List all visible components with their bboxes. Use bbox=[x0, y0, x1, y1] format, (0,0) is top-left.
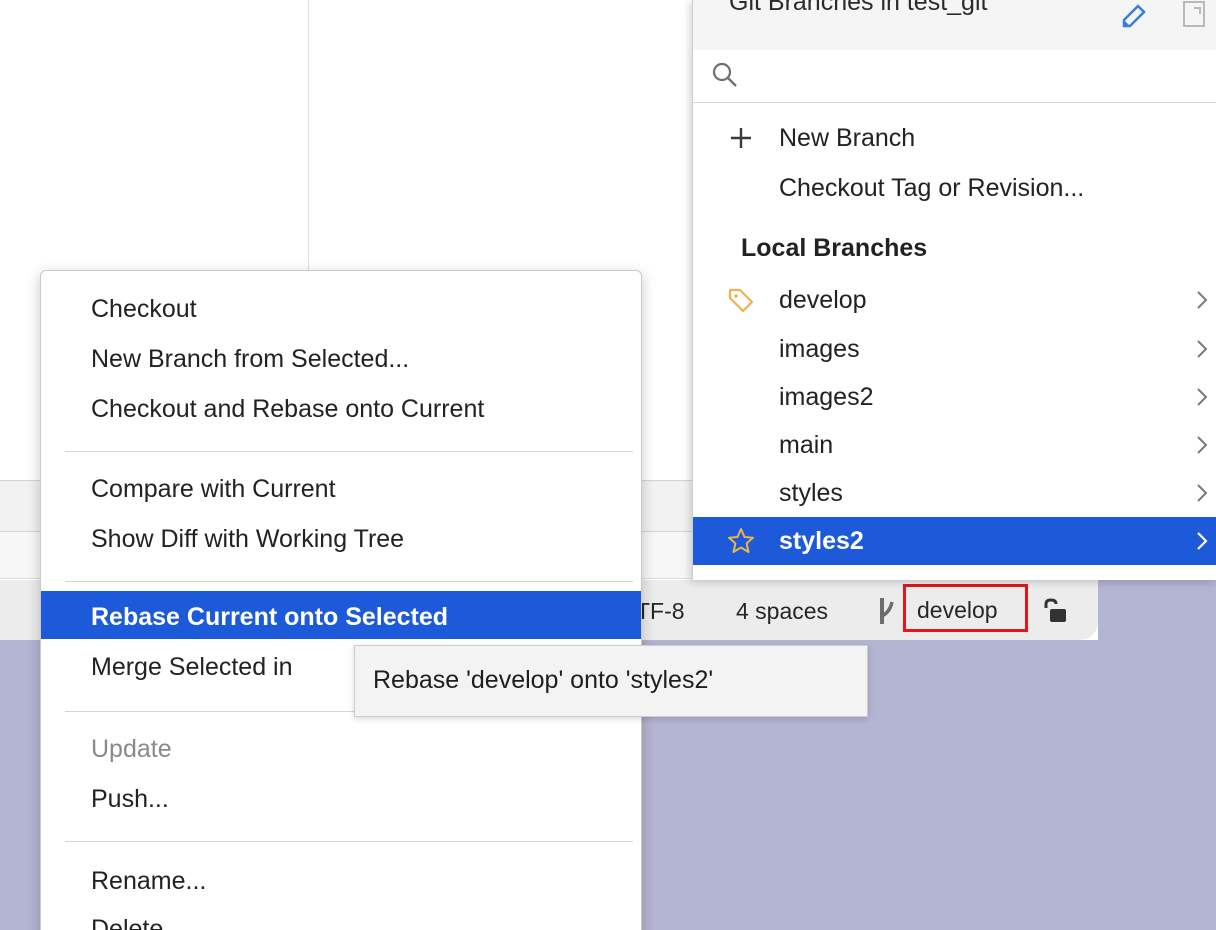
menu-item-label: New Branch from Selected... bbox=[91, 345, 410, 373]
menu-item-new-branch-from-selected[interactable]: New Branch from Selected... bbox=[41, 333, 641, 381]
tag-icon bbox=[728, 288, 754, 313]
branch-label: styles2 bbox=[779, 527, 864, 555]
chevron-right-icon bbox=[1197, 436, 1208, 454]
menu-item-label: Push... bbox=[91, 785, 169, 813]
branch-item-styles[interactable]: styles bbox=[693, 469, 1216, 517]
menu-item-update: Update bbox=[41, 723, 641, 771]
menu-item-compare-with-current[interactable]: Compare with Current bbox=[41, 463, 641, 511]
menu-item-checkout-and-rebase[interactable]: Checkout and Rebase onto Current bbox=[41, 383, 641, 431]
menu-item-show-diff[interactable]: Show Diff with Working Tree bbox=[41, 513, 641, 561]
menu-item-label: Show Diff with Working Tree bbox=[91, 525, 405, 553]
expand-icon[interactable] bbox=[1181, 0, 1207, 30]
menu-item-label: Checkout bbox=[91, 295, 197, 323]
rebase-tooltip: Rebase 'develop' onto 'styles2' bbox=[354, 645, 868, 717]
unlock-icon[interactable] bbox=[1042, 598, 1068, 624]
menu-item-label: Rename... bbox=[91, 867, 207, 895]
popup-header: Git Branches in test_git bbox=[693, 0, 1216, 51]
branch-search-input[interactable] bbox=[751, 60, 1195, 92]
checkout-tag-action[interactable]: Checkout Tag or Revision... bbox=[693, 164, 1216, 212]
branch-item-develop[interactable]: develop bbox=[693, 276, 1216, 324]
branch-item-main[interactable]: main bbox=[693, 421, 1216, 469]
menu-item-rename[interactable]: Rename... bbox=[41, 855, 641, 903]
chevron-right-icon bbox=[1197, 340, 1208, 358]
menu-item-push[interactable]: Push... bbox=[41, 773, 641, 821]
branch-label: develop bbox=[779, 286, 867, 314]
menu-item-label: Checkout and Rebase onto Current bbox=[91, 395, 485, 423]
git-branches-popup: Git Branches in test_git New Branch Chec… bbox=[692, 0, 1216, 580]
new-branch-label: New Branch bbox=[779, 124, 916, 152]
popup-title: Git Branches in test_git bbox=[729, 0, 988, 16]
branch-label: images2 bbox=[779, 383, 874, 411]
menu-item-rebase-current-onto-selected[interactable]: Rebase Current onto Selected bbox=[41, 591, 641, 639]
menu-separator bbox=[65, 841, 633, 842]
screen: TF-8 4 spaces develop Git Branches in te… bbox=[0, 0, 1216, 930]
tooltip-text: Rebase 'develop' onto 'styles2' bbox=[373, 666, 714, 694]
menu-item-label: Update bbox=[91, 735, 172, 763]
status-encoding[interactable]: TF-8 bbox=[636, 598, 685, 625]
star-icon bbox=[728, 528, 754, 553]
search-icon bbox=[712, 62, 737, 87]
chevron-right-icon bbox=[1197, 388, 1208, 406]
desktop-background-right bbox=[1098, 560, 1216, 930]
menu-item-delete[interactable]: Delete bbox=[41, 903, 641, 930]
branch-label: images bbox=[779, 335, 860, 363]
plus-icon bbox=[731, 128, 751, 148]
menu-item-label: Delete bbox=[91, 915, 164, 930]
status-indent[interactable]: 4 spaces bbox=[736, 598, 828, 625]
menu-separator bbox=[65, 451, 633, 452]
status-branch-widget[interactable]: develop bbox=[917, 597, 998, 624]
menu-item-label: Merge Selected in bbox=[91, 653, 293, 681]
branch-item-styles2[interactable]: styles2 bbox=[693, 517, 1216, 565]
branch-label: main bbox=[779, 431, 834, 459]
local-branches-heading: Local Branches bbox=[741, 234, 928, 262]
new-branch-action[interactable]: New Branch bbox=[693, 114, 1216, 162]
checkout-tag-label: Checkout Tag or Revision... bbox=[779, 174, 1085, 202]
edit-icon[interactable] bbox=[1121, 2, 1149, 28]
menu-item-label: Rebase Current onto Selected bbox=[91, 603, 449, 631]
branch-search-bar bbox=[693, 50, 1216, 103]
branch-item-images[interactable]: images bbox=[693, 325, 1216, 373]
branch-context-menu: Checkout New Branch from Selected... Che… bbox=[40, 270, 642, 930]
menu-item-checkout[interactable]: Checkout bbox=[41, 283, 641, 331]
branch-label: styles bbox=[779, 479, 843, 507]
menu-item-label: Compare with Current bbox=[91, 475, 336, 503]
branch-item-images2[interactable]: images2 bbox=[693, 373, 1216, 421]
chevron-right-icon bbox=[1197, 291, 1208, 309]
menu-separator bbox=[65, 581, 633, 582]
chevron-right-icon bbox=[1197, 484, 1208, 502]
git-branch-icon bbox=[880, 598, 894, 624]
chevron-right-icon bbox=[1197, 532, 1208, 550]
